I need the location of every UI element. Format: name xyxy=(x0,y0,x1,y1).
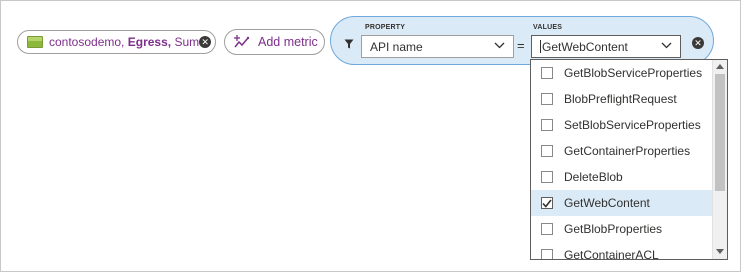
property-dropdown[interactable]: API name xyxy=(361,35,514,58)
storage-account-icon xyxy=(27,36,43,48)
list-item-label: DeleteBlob xyxy=(564,170,623,184)
metric-pill[interactable]: contosodemo, Egress, Sum ✕ xyxy=(17,30,216,54)
checkbox[interactable] xyxy=(541,145,553,157)
scroll-up-icon[interactable] xyxy=(716,64,724,69)
add-metric-button[interactable]: Add metric xyxy=(224,29,325,55)
list-item-label: GetContainerProperties xyxy=(564,144,691,158)
checkbox[interactable] xyxy=(541,67,553,79)
list-item-label: GetBlobServiceProperties xyxy=(564,66,703,80)
filter-pill: PROPERTY API name = VALUES GetWebContent… xyxy=(330,16,714,65)
metric-aggregation: Sum xyxy=(174,35,200,49)
scrollbar-thumb[interactable] xyxy=(715,74,725,191)
metric-resource: contosodemo, xyxy=(49,35,125,49)
filter-icon xyxy=(344,39,354,49)
values-label: VALUES xyxy=(533,24,563,31)
list-item[interactable]: GetBlobServiceProperties xyxy=(531,60,712,86)
list-item-label: BlobPreflightRequest xyxy=(564,92,677,106)
list-item[interactable]: SetBlobServiceProperties xyxy=(531,112,712,138)
list-item-label: GetWebContent xyxy=(564,196,650,210)
list-item[interactable]: GetContainerProperties xyxy=(531,138,712,164)
list-item[interactable]: DeleteBlob xyxy=(531,164,712,190)
list-item-selected[interactable]: GetWebContent xyxy=(531,190,712,216)
chart-editor-panel: contosodemo, Egress, Sum ✕ Add metric PR… xyxy=(0,0,741,272)
operator: = xyxy=(517,38,525,53)
metric-description: contosodemo, Egress, Sum xyxy=(49,35,199,49)
values-dropdown[interactable]: GetWebContent xyxy=(531,35,681,58)
checkbox[interactable] xyxy=(541,223,553,235)
list-item[interactable]: GetBlobProperties xyxy=(531,216,712,242)
list-item-label: SetBlobServiceProperties xyxy=(564,118,701,132)
add-metric-label: Add metric xyxy=(258,35,318,49)
list-item[interactable]: GetContainerACL xyxy=(531,242,712,260)
metric-name: Egress, xyxy=(127,35,172,49)
scroll-down-icon[interactable] xyxy=(716,249,724,254)
checkbox[interactable] xyxy=(541,171,553,183)
values-value: GetWebContent xyxy=(542,39,628,54)
list-item-label: GetBlobProperties xyxy=(564,222,663,236)
remove-filter-icon[interactable]: ✕ xyxy=(692,37,704,49)
dropdown-scrollbar[interactable] xyxy=(712,60,727,259)
property-value: API name xyxy=(370,39,423,54)
add-metric-icon xyxy=(234,35,250,48)
text-cursor xyxy=(540,40,541,53)
list-item-label: GetContainerACL xyxy=(564,248,659,260)
checkbox[interactable] xyxy=(541,119,553,131)
checkmark-icon xyxy=(542,199,552,208)
list-item[interactable]: BlobPreflightRequest xyxy=(531,86,712,112)
property-label: PROPERTY xyxy=(365,24,406,31)
checkbox-checked[interactable] xyxy=(541,197,553,209)
chevron-down-icon xyxy=(661,42,672,49)
remove-metric-icon[interactable]: ✕ xyxy=(199,36,212,48)
checkbox[interactable] xyxy=(541,93,553,105)
checkbox[interactable] xyxy=(541,249,553,259)
values-dropdown-list: GetBlobServiceProperties BlobPreflightRe… xyxy=(530,59,728,260)
chevron-down-icon xyxy=(494,42,505,49)
